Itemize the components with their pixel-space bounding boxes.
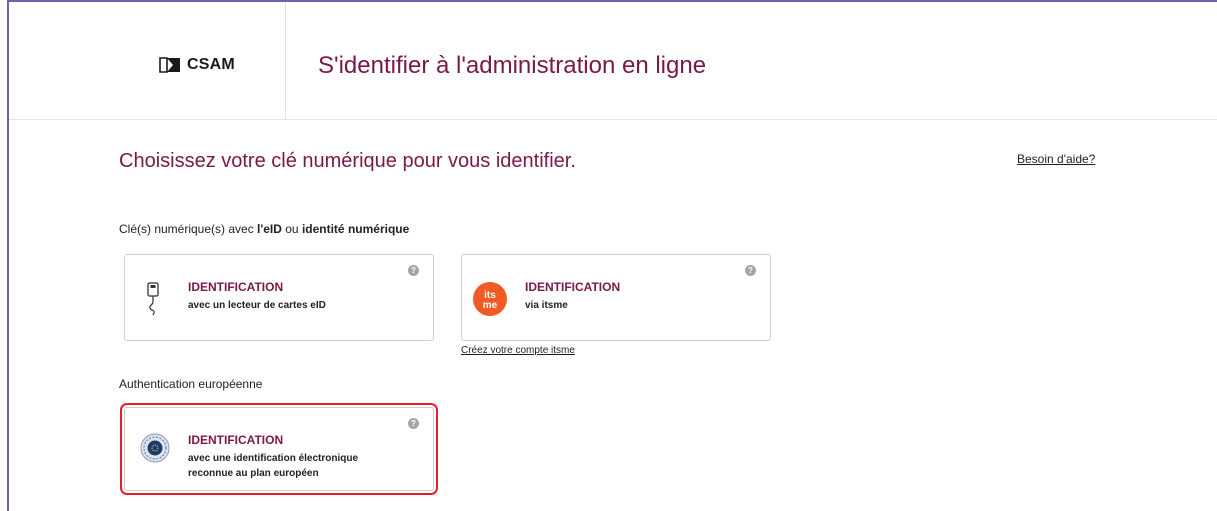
section-eid-middle: ou [281, 222, 302, 236]
card-title: IDENTIFICATION [525, 280, 621, 294]
csam-logo-icon [159, 57, 180, 73]
card-subtitle: avec un lecteur de cartes eID [188, 300, 326, 311]
create-itsme-account-link[interactable]: Créez votre compte itsme [461, 345, 575, 356]
help-link[interactable]: Besoin d'aide? [1017, 152, 1095, 166]
section-eid-bold-eid: l'eID [257, 222, 282, 236]
section-eid-prefix: Clé(s) numérique(s) avec [119, 222, 258, 236]
section-label-eid: Clé(s) numérique(s) avec l'eID ou identi… [119, 222, 409, 236]
svg-text:me: me [483, 300, 498, 311]
itsme-card[interactable]: ? its me IDENTIFICATION via itsme [461, 254, 771, 341]
logo-text: CSAM [187, 56, 235, 73]
card-title: IDENTIFICATION [188, 433, 284, 447]
page-title: S'identifier à l'administration en ligne [318, 52, 707, 79]
section-eid-bold-digital: identité numérique [301, 222, 410, 236]
main-heading: Choisissez votre clé numérique pour vous… [119, 150, 576, 172]
help-question-icon[interactable]: ? [745, 265, 756, 276]
page-frame: CSAM S'identifier à l'administration en … [7, 0, 1217, 511]
eu-globe-icon [139, 432, 171, 464]
logo-cell: CSAM [9, 2, 286, 119]
eu-identification-card[interactable]: ? IDENTIFICATION avec une identification… [120, 403, 438, 495]
itsme-logo-icon: its me [472, 281, 508, 317]
card-title: IDENTIFICATION [188, 280, 284, 294]
help-question-icon[interactable]: ? [408, 265, 419, 276]
header: CSAM S'identifier à l'administration en … [9, 2, 1217, 120]
card-subtitle-line-1: avec une identification électronique [188, 453, 359, 464]
eid-reader-card[interactable]: ? IDENTIFICATION avec un lecteur de cart… [124, 254, 434, 341]
card-subtitle-line-2: reconnue au plan européen [188, 468, 319, 479]
card-subtitle: avec une identification électronique rec… [188, 451, 358, 481]
card-subtitle: via itsme [525, 300, 568, 311]
csam-logo[interactable]: CSAM [159, 56, 235, 74]
section-label-eu: Authentication européenne [119, 377, 263, 391]
help-question-icon[interactable]: ? [408, 418, 419, 429]
card-reader-icon [137, 279, 169, 319]
